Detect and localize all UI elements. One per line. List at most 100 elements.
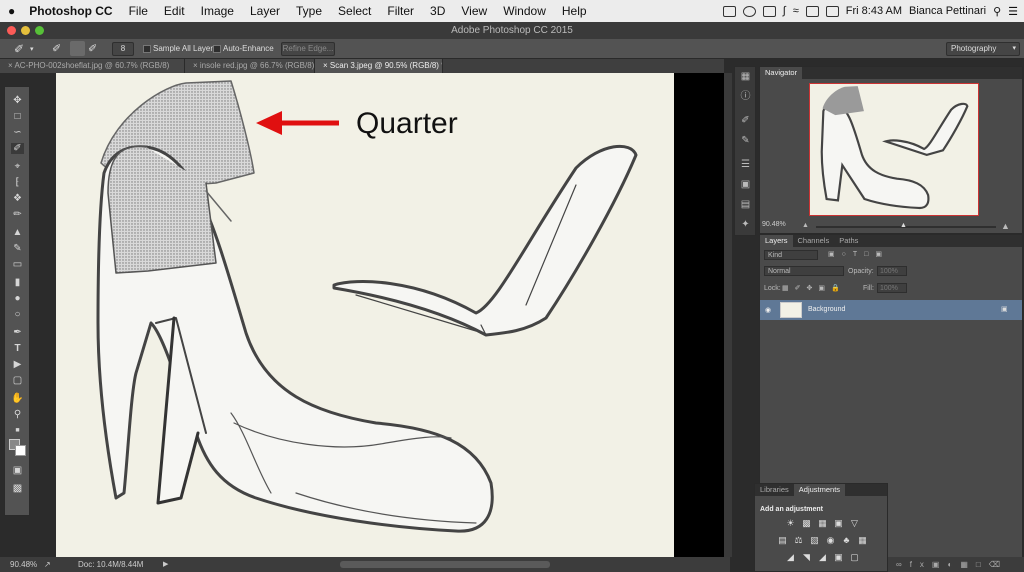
history-icon[interactable]: ▦ — [739, 71, 752, 83]
hand-tool-icon[interactable]: ✋ — [11, 393, 24, 404]
tray-icon-1[interactable] — [722, 5, 736, 17]
pen-tool-icon[interactable]: ✒ — [11, 327, 24, 338]
minimize-window-button[interactable] — [21, 26, 30, 35]
vertical-scrollbar[interactable] — [724, 73, 732, 557]
history-brush-tool-icon[interactable]: ✎ — [11, 243, 24, 254]
zoom-out-icon[interactable]: ▲ — [802, 222, 809, 229]
tab-scan-3[interactable]: × Scan 3.jpeg @ 90.5% (RGB/8) * — [315, 59, 443, 73]
color-balance-icon[interactable]: ⚖ — [793, 535, 804, 545]
bluetooth-icon[interactable]: ∫ — [783, 5, 786, 17]
sample-all-layers-checkbox[interactable] — [143, 45, 151, 53]
layer-name[interactable]: Background — [808, 306, 845, 313]
gradient-map-icon[interactable]: ▣ — [833, 552, 844, 562]
navigator-preview[interactable] — [809, 83, 979, 216]
tab-navigator[interactable]: Navigator — [760, 67, 803, 79]
default-colors-icon[interactable]: ■ — [11, 425, 24, 436]
tab-channels[interactable]: Channels — [793, 235, 835, 247]
move-tool-icon[interactable]: ✥ — [11, 95, 24, 106]
menu-3d[interactable]: 3D — [422, 4, 453, 18]
channel-mixer-icon[interactable]: ♣ — [841, 535, 852, 545]
user-name[interactable]: Bianca Pettinari — [909, 5, 986, 17]
export-icon[interactable]: ↗ — [44, 557, 51, 572]
tab-shoeflat[interactable]: × AC-PHO-002shoeflat.jpg @ 60.7% (RGB/8) — [0, 59, 185, 73]
tool-presets-icon[interactable]: ✦ — [739, 219, 752, 231]
visibility-eye-icon[interactable]: ◉ — [765, 306, 771, 314]
crop-tool-icon[interactable]: ⌖ — [11, 161, 24, 172]
filter-icons[interactable]: ▣○T□▣ — [828, 250, 889, 258]
properties-icon[interactable]: ☰ — [739, 159, 752, 171]
new-selection-icon[interactable]: ✐ — [52, 42, 61, 55]
menu-filter[interactable]: Filter — [379, 4, 422, 18]
tab-libraries[interactable]: Libraries — [755, 484, 794, 496]
app-menu[interactable]: Photoshop CC — [23, 4, 120, 18]
wifi-icon[interactable]: ≈ — [793, 5, 799, 17]
horizontal-scrollbar[interactable] — [340, 561, 550, 568]
dodge-tool-icon[interactable]: ○ — [11, 309, 24, 320]
workspace-switcher[interactable]: Photography ▾ — [946, 42, 1020, 56]
menu-view[interactable]: View — [453, 4, 495, 18]
zoom-in-icon[interactable]: ▲ — [1001, 221, 1010, 231]
photo-filter-icon[interactable]: ◉ — [825, 535, 836, 545]
marquee-tool-icon[interactable]: □ — [11, 111, 24, 122]
zoom-slider-thumb[interactable]: ▲ — [900, 222, 907, 229]
brush-tool-icon[interactable]: ✏ — [11, 209, 24, 220]
quick-selection-preset-icon[interactable]: ✐ — [14, 42, 24, 56]
hue-saturation-icon[interactable]: ▤ — [777, 535, 788, 545]
exposure-icon[interactable]: ▣ — [833, 518, 844, 528]
background-color-swatch[interactable] — [15, 445, 26, 456]
preset-dropdown-chevron-icon[interactable]: ▾ — [30, 45, 34, 53]
apple-icon[interactable]: ● — [0, 4, 23, 18]
clock[interactable]: Fri 8:43 AM — [846, 5, 902, 17]
menu-image[interactable]: Image — [193, 4, 242, 18]
lasso-tool-icon[interactable]: ∽ — [11, 127, 24, 138]
clone-stamp-tool-icon[interactable]: ▲ — [11, 227, 24, 238]
status-menu-arrow-icon[interactable]: ▶ — [163, 557, 168, 572]
curves-icon[interactable]: ▦ — [817, 518, 828, 528]
blend-mode-dropdown[interactable]: Normal — [764, 266, 844, 276]
fill-input[interactable]: 100% — [877, 283, 907, 293]
close-window-button[interactable] — [7, 26, 16, 35]
quick-mask-icon[interactable]: ▣ — [11, 465, 24, 476]
screen-mode-icon[interactable]: ▩ — [11, 483, 24, 494]
gradient-tool-icon[interactable]: ▮ — [11, 277, 24, 288]
blur-tool-icon[interactable]: ● — [11, 293, 24, 304]
menu-file[interactable]: File — [121, 4, 156, 18]
add-to-selection-icon[interactable] — [70, 41, 85, 56]
close-tab-icon[interactable]: × — [193, 61, 200, 70]
navigator-zoom-value[interactable]: 90.48% — [762, 221, 786, 228]
creative-cloud-icon[interactable] — [742, 5, 756, 17]
menu-window[interactable]: Window — [495, 4, 554, 18]
zoom-level[interactable]: 90.48% — [10, 557, 37, 572]
menu-layer[interactable]: Layer — [242, 4, 288, 18]
selective-color-icon[interactable]: ▢ — [849, 552, 860, 562]
refine-edge-button[interactable]: Refine Edge... — [281, 42, 335, 56]
invert-icon[interactable]: ◢ — [785, 552, 796, 562]
paragraph-icon[interactable]: ▤ — [739, 199, 752, 211]
flag-icon[interactable] — [825, 5, 839, 17]
brush-size-picker[interactable]: 8 — [112, 42, 134, 56]
black-white-icon[interactable]: ▧ — [809, 535, 820, 545]
menu-type[interactable]: Type — [288, 4, 330, 18]
brightness-contrast-icon[interactable]: ☀ — [785, 518, 796, 528]
tab-layers[interactable]: Layers — [760, 235, 793, 247]
tab-paths[interactable]: Paths — [834, 235, 863, 247]
posterize-icon[interactable]: ◥ — [801, 552, 812, 562]
notification-center-icon[interactable]: ☰ — [1008, 5, 1018, 18]
close-tab-icon[interactable]: × — [323, 61, 330, 70]
lock-icons[interactable]: ▦✐✥▣🔒 — [782, 284, 846, 292]
brush-panel-icon[interactable]: ✎ — [739, 135, 752, 147]
rectangle-tool-icon[interactable]: ▢ — [11, 375, 24, 386]
tab-insole-red[interactable]: × insole red.jpg @ 66.7% (RGB/8) — [185, 59, 315, 73]
auto-enhance-checkbox[interactable] — [213, 45, 221, 53]
quick-selection-tool-icon[interactable]: ✐ — [11, 143, 24, 154]
path-selection-tool-icon[interactable]: ▶ — [11, 359, 24, 370]
eyedropper-tool-icon[interactable]: ⁅ — [11, 177, 24, 188]
type-tool-icon[interactable]: T — [11, 343, 24, 354]
character-icon[interactable]: ▣ — [739, 179, 752, 191]
tab-adjustments[interactable]: Adjustments — [793, 484, 846, 496]
zoom-window-button[interactable] — [35, 26, 44, 35]
menu-select[interactable]: Select — [330, 4, 379, 18]
battery-icon[interactable] — [805, 5, 819, 17]
color-lookup-icon[interactable]: ▦ — [857, 535, 868, 545]
levels-icon[interactable]: ▩ — [801, 518, 812, 528]
